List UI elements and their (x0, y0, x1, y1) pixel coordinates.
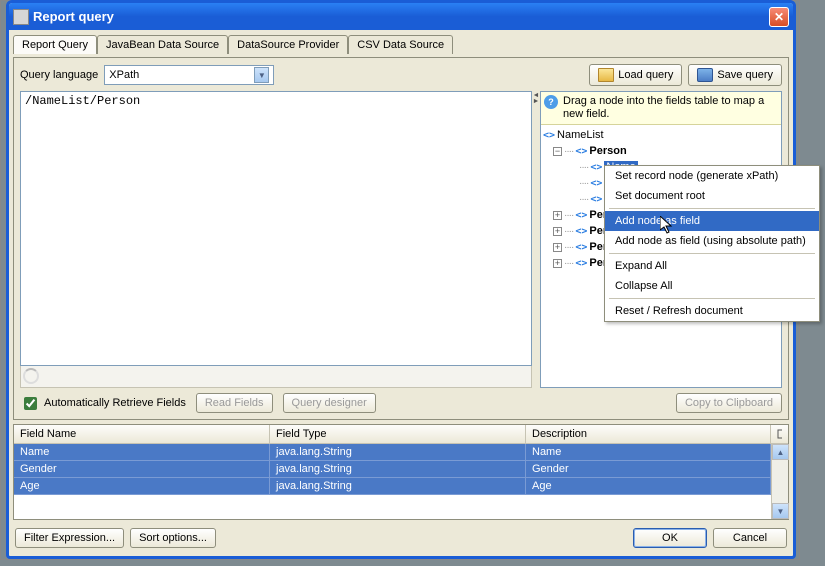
titlebar[interactable]: Report query ✕ (9, 3, 793, 30)
menu-add-node-as-field[interactable]: Add node as field (605, 211, 819, 231)
app-icon (13, 9, 29, 25)
element-icon: <> (575, 242, 587, 253)
scroll-up-icon[interactable]: ▲ (772, 444, 789, 460)
element-icon: <> (590, 178, 602, 189)
tab-datasource-provider[interactable]: DataSource Provider (228, 35, 348, 54)
window-title: Report query (33, 9, 769, 24)
cancel-button[interactable]: Cancel (713, 528, 787, 548)
read-fields-button[interactable]: Read Fields (196, 393, 273, 413)
element-icon: <> (575, 210, 587, 221)
table-row[interactable]: Gender java.lang.String Gender (14, 461, 771, 478)
table-row[interactable]: Name java.lang.String Name (14, 444, 771, 461)
col-description[interactable]: Description (526, 425, 771, 443)
expand-icon[interactable]: + (553, 259, 562, 268)
tabstrip: Report Query JavaBean Data Source DataSo… (13, 35, 789, 54)
tree-node-person-0[interactable]: − ···· <> Person (543, 143, 779, 159)
chevron-down-icon: ▼ (254, 67, 269, 83)
menu-separator (609, 208, 815, 209)
table-row[interactable]: Age java.lang.String Age (14, 478, 771, 495)
grid-body: Name java.lang.String Name Gender java.l… (14, 444, 788, 519)
auto-retrieve-input[interactable] (24, 397, 37, 410)
menu-separator (609, 298, 815, 299)
menu-set-record-node[interactable]: Set record node (generate xPath) (605, 166, 819, 186)
tree-context-menu[interactable]: Set record node (generate xPath) Set doc… (604, 165, 820, 322)
spinner-icon (23, 368, 39, 384)
folder-icon (598, 68, 614, 82)
col-field-type[interactable]: Field Type (270, 425, 526, 443)
element-icon: <> (590, 162, 602, 173)
tab-csv[interactable]: CSV Data Source (348, 35, 453, 54)
splitter-right-icon: ► (533, 99, 540, 105)
copy-clipboard-button[interactable]: Copy to Clipboard (676, 393, 782, 413)
grid-scrollbar[interactable]: ▲ ▼ (771, 444, 788, 519)
tab-report-query[interactable]: Report Query (13, 35, 97, 54)
hint-banner: ? Drag a node into the fields table to m… (541, 92, 781, 125)
ok-button[interactable]: OK (633, 528, 707, 548)
element-icon: <> (575, 226, 587, 237)
query-language-label: Query language (20, 69, 98, 81)
collapse-icon[interactable]: − (553, 147, 562, 156)
hint-text: Drag a node into the fields table to map… (563, 95, 764, 120)
options-row: Automatically Retrieve Fields Read Field… (20, 393, 782, 413)
tree-node-root[interactable]: <> NameList (543, 127, 779, 143)
status-strip (20, 366, 532, 388)
element-icon: <> (575, 146, 587, 157)
save-query-button[interactable]: Save query (688, 64, 782, 86)
query-editor-pane (20, 91, 532, 388)
footer-buttons: Filter Expression... Sort options... OK … (13, 524, 789, 552)
expand-icon[interactable]: + (553, 243, 562, 252)
element-icon: <> (590, 194, 602, 205)
fields-grid[interactable]: Field Name Field Type Description Name j… (13, 424, 789, 520)
menu-separator (609, 253, 815, 254)
query-designer-button[interactable]: Query designer (283, 393, 376, 413)
grid-header: Field Name Field Type Description (14, 425, 788, 444)
grid-corner-button[interactable] (771, 425, 788, 443)
splitter-handle[interactable]: ◄ ► (532, 91, 540, 388)
query-textarea[interactable] (20, 91, 532, 366)
auto-retrieve-checkbox[interactable]: Automatically Retrieve Fields (20, 394, 186, 413)
filter-expression-button[interactable]: Filter Expression... (15, 528, 124, 548)
sort-options-button[interactable]: Sort options... (130, 528, 216, 548)
col-field-name[interactable]: Field Name (14, 425, 270, 443)
menu-set-document-root[interactable]: Set document root (605, 186, 819, 206)
menu-reset-refresh[interactable]: Reset / Refresh document (605, 301, 819, 321)
menu-add-node-absolute[interactable]: Add node as field (using absolute path) (605, 231, 819, 251)
query-language-value: XPath (109, 69, 139, 81)
element-icon: <> (575, 258, 587, 269)
expand-icon[interactable]: + (553, 211, 562, 220)
element-icon: <> (543, 130, 555, 141)
scroll-down-icon[interactable]: ▼ (772, 503, 789, 519)
info-icon: ? (544, 95, 558, 109)
load-query-button[interactable]: Load query (589, 64, 682, 86)
query-language-combo[interactable]: XPath ▼ (104, 65, 274, 85)
query-lang-row: Query language XPath ▼ Load query Save q… (20, 64, 782, 86)
menu-collapse-all[interactable]: Collapse All (605, 276, 819, 296)
grid-menu-icon (777, 429, 782, 439)
expand-icon[interactable]: + (553, 227, 562, 236)
close-button[interactable]: ✕ (769, 7, 789, 27)
menu-expand-all[interactable]: Expand All (605, 256, 819, 276)
tab-javabean[interactable]: JavaBean Data Source (97, 35, 228, 54)
save-icon (697, 68, 713, 82)
